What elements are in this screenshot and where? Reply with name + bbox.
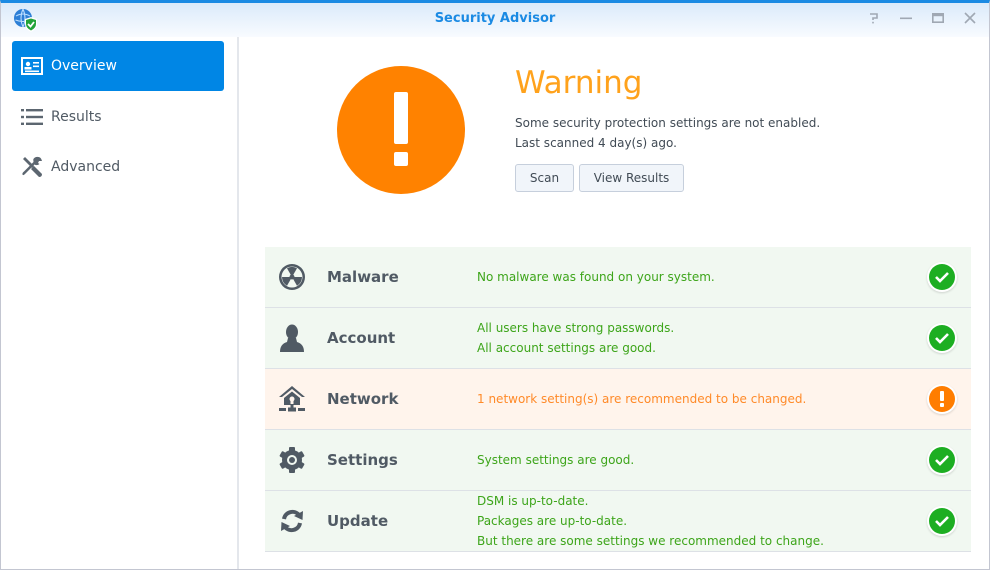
status-ok-icon	[927, 262, 957, 292]
check-row-settings: Settings System settings are good.	[265, 430, 971, 491]
warning-exclamation-icon	[337, 66, 465, 194]
overview-panel: Warning Some security protection setting…	[241, 37, 989, 569]
maximize-icon[interactable]	[929, 9, 947, 27]
check-list: Malware No malware was found on your sys…	[265, 247, 971, 552]
title-bar[interactable]: Security Advisor	[1, 3, 989, 37]
gear-icon	[277, 445, 307, 475]
check-row-account: Account All users have strong passwords.…	[265, 308, 971, 369]
status-message: Some security protection settings are no…	[515, 116, 821, 130]
sidebar: Overview Results Advanced	[1, 37, 239, 569]
check-message: All users have strong passwords. All acc…	[477, 321, 675, 355]
network-house-icon	[277, 384, 307, 414]
status-warning-icon	[927, 384, 957, 414]
status-ok-icon	[927, 323, 957, 353]
help-icon[interactable]	[865, 9, 883, 27]
sidebar-item-label: Advanced	[51, 159, 121, 175]
check-message: No malware was found on your system.	[477, 270, 715, 284]
last-scanned: Last scanned 4 day(s) ago.	[515, 136, 677, 150]
check-message: 1 network setting(s) are recommended to …	[477, 392, 807, 406]
check-row-update: Update DSM is up-to-date. Packages are u…	[265, 491, 971, 552]
scan-button[interactable]: Scan	[515, 164, 574, 192]
security-advisor-window: Security Advisor Overview Results Advanc…	[0, 0, 990, 570]
check-row-malware: Malware No malware was found on your sys…	[265, 247, 971, 308]
check-name: Malware	[327, 268, 399, 286]
minimize-icon[interactable]	[897, 9, 915, 27]
check-name: Update	[327, 512, 389, 530]
window-title: Security Advisor	[434, 11, 556, 26]
radiation-icon	[277, 262, 307, 292]
close-icon[interactable]	[961, 9, 979, 27]
list-icon	[21, 106, 43, 128]
status-ok-icon	[927, 506, 957, 536]
overview-card-icon	[21, 55, 43, 77]
status-ok-icon	[927, 445, 957, 475]
check-name: Network	[327, 390, 399, 408]
window-controls	[865, 9, 979, 27]
refresh-icon	[277, 506, 307, 536]
sidebar-item-label: Results	[51, 109, 102, 125]
view-results-button[interactable]: View Results	[579, 164, 684, 192]
user-icon	[277, 323, 307, 353]
sidebar-item-advanced[interactable]: Advanced	[12, 142, 224, 192]
check-name: Settings	[327, 451, 398, 469]
check-message: DSM is up-to-date. Packages are up-to-da…	[477, 494, 824, 548]
wrench-screwdriver-icon	[21, 156, 43, 178]
sidebar-item-label: Overview	[51, 58, 117, 74]
sidebar-item-results[interactable]: Results	[12, 92, 224, 142]
check-message: System settings are good.	[477, 453, 635, 467]
status-title: Warning	[515, 65, 643, 101]
sidebar-item-overview[interactable]: Overview	[12, 41, 224, 91]
check-row-network: Network 1 network setting(s) are recomme…	[265, 369, 971, 430]
check-name: Account	[327, 329, 396, 347]
